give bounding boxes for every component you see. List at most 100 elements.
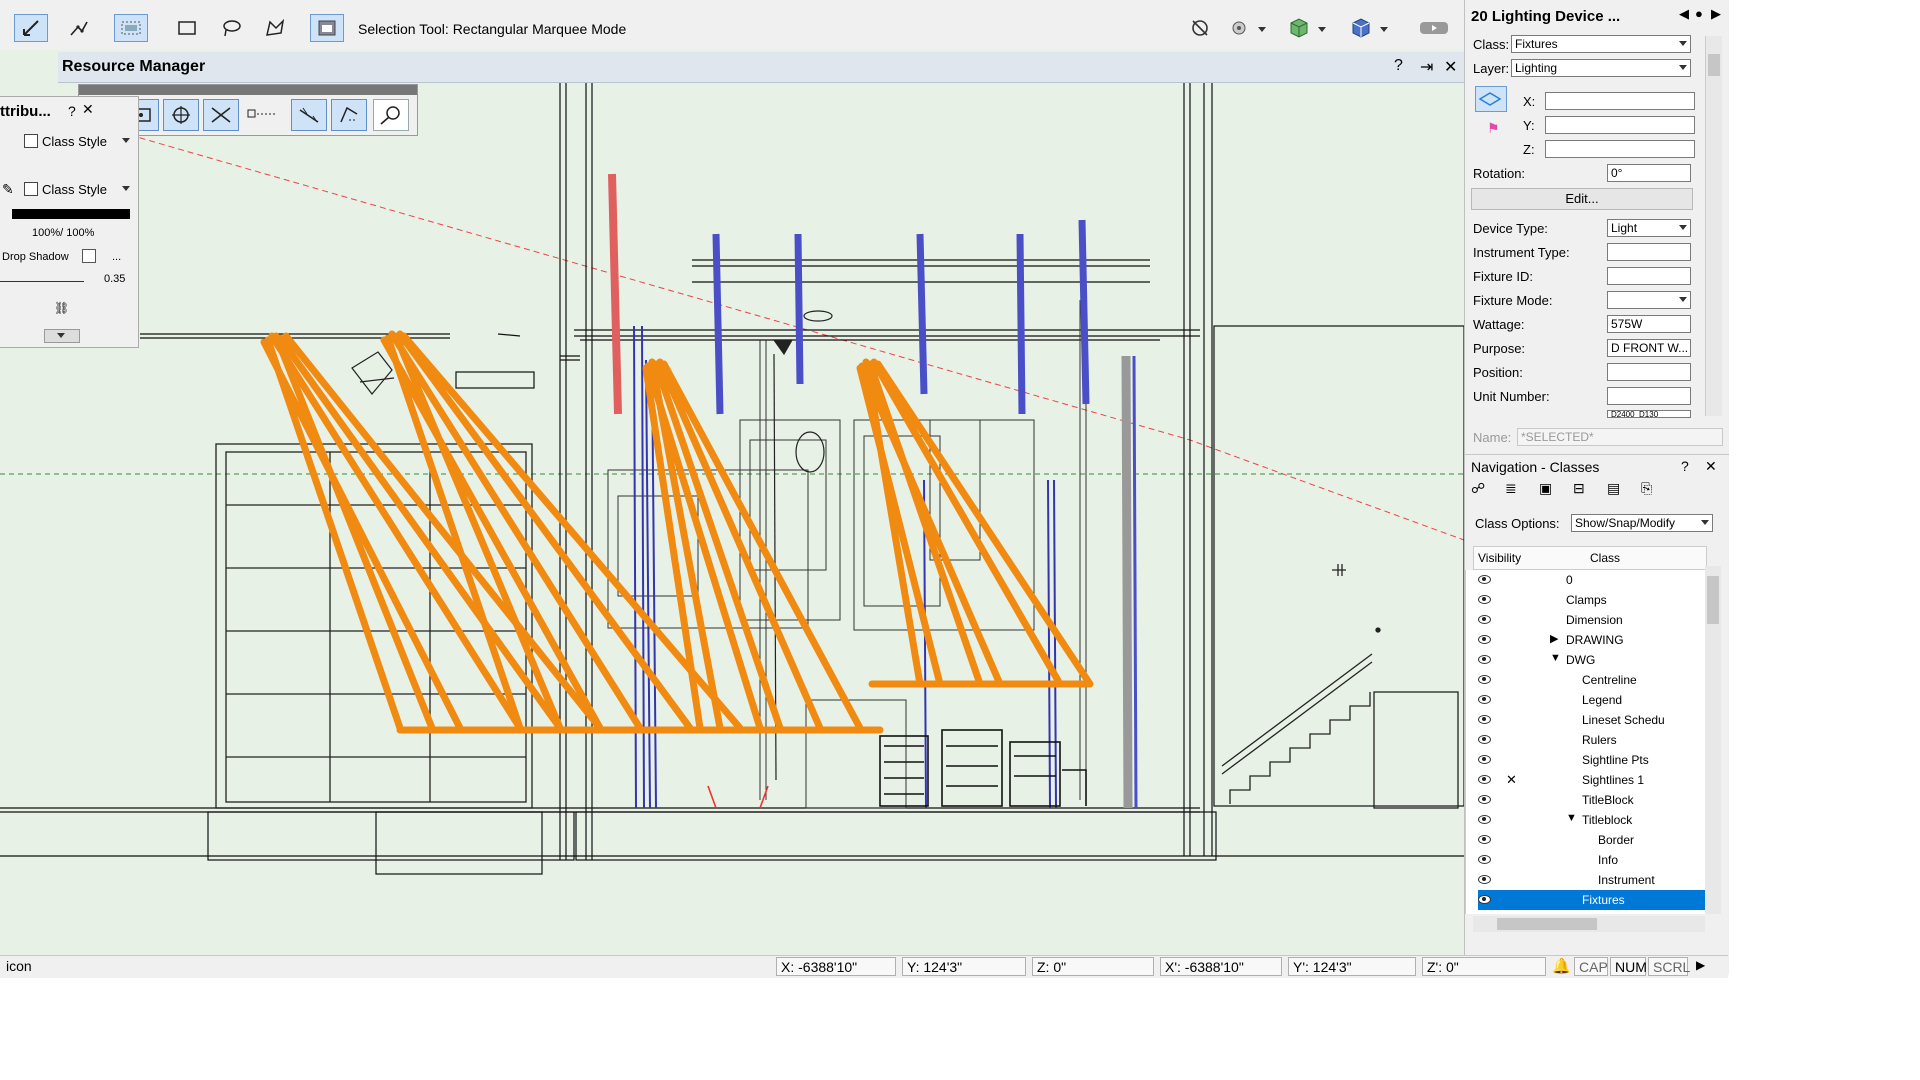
visibility-eye-icon[interactable] xyxy=(1478,855,1491,864)
options-mode-icon[interactable] xyxy=(310,14,344,42)
saved-views-tab-icon[interactable]: ▤ xyxy=(1607,480,1620,497)
instrument-type-field[interactable] xyxy=(1607,243,1691,261)
view-dropdown-icon[interactable] xyxy=(1318,27,1326,32)
class-row[interactable]: Border xyxy=(1478,830,1706,850)
edit-button[interactable]: Edit... xyxy=(1471,188,1693,210)
collapse-triangle-icon[interactable]: ▼ xyxy=(1566,812,1577,824)
fill-style-dropdown[interactable]: Class Style xyxy=(24,133,132,151)
prev-object-icon[interactable]: ◀ xyxy=(1679,6,1689,22)
visibility-eye-icon[interactable] xyxy=(1478,615,1491,624)
class-row[interactable]: Lineset Schedu xyxy=(1478,710,1706,730)
projection-icon[interactable] xyxy=(1344,14,1378,42)
class-dropdown[interactable]: Fixtures xyxy=(1511,35,1691,53)
walkthrough-icon[interactable] xyxy=(1184,14,1218,42)
layers-tab-icon[interactable]: ≣ xyxy=(1505,480,1517,497)
snap-to-intersection-icon[interactable] xyxy=(203,99,239,131)
layer-dropdown[interactable]: Lighting xyxy=(1511,59,1691,77)
visibility-eye-icon[interactable] xyxy=(1478,875,1491,884)
resource-manager-help-button[interactable]: ? xyxy=(1394,57,1403,75)
x-coordinate-field[interactable] xyxy=(1545,92,1695,110)
wattage-field[interactable]: 575W xyxy=(1607,315,1691,333)
class-row[interactable]: Legend xyxy=(1478,690,1706,710)
class-column-header[interactable]: Class xyxy=(1590,551,1620,565)
classes-hscrollbar[interactable] xyxy=(1473,916,1705,932)
partial-field[interactable]: D2400_D130 xyxy=(1607,410,1691,418)
position-field[interactable] xyxy=(1607,363,1691,381)
next-object-icon[interactable]: ▶ xyxy=(1711,6,1721,22)
selection-tool-icon[interactable] xyxy=(14,14,48,42)
polygon-mode-icon[interactable] xyxy=(258,14,292,42)
visibility-eye-icon[interactable] xyxy=(1478,655,1491,664)
device-type-dropdown[interactable]: Light xyxy=(1607,219,1691,237)
projection-dropdown-icon[interactable] xyxy=(1380,27,1388,32)
references-tab-icon[interactable]: ⎘ xyxy=(1641,480,1652,497)
status-expand-icon[interactable]: ▶ xyxy=(1696,958,1705,972)
opacity-value[interactable]: 100%/ 100% xyxy=(32,227,94,239)
classes-scrollbar[interactable] xyxy=(1705,566,1721,914)
reshape-tool-icon[interactable] xyxy=(62,14,96,42)
line-weight-slider[interactable] xyxy=(0,281,84,282)
view-cube-icon[interactable] xyxy=(1282,14,1316,42)
visibility-eye-icon[interactable] xyxy=(1478,775,1491,784)
class-row[interactable]: Centreline xyxy=(1478,670,1706,690)
render-dropdown-icon[interactable] xyxy=(1258,27,1266,32)
z-coordinate-field[interactable] xyxy=(1545,140,1695,158)
alert-bell-icon[interactable]: 🔔 xyxy=(1552,957,1571,975)
class-row[interactable]: Fixtures xyxy=(1478,890,1706,910)
visibility-eye-icon[interactable] xyxy=(1478,755,1491,764)
class-row[interactable]: Clamps xyxy=(1478,590,1706,610)
expand-triangle-icon[interactable]: ▶ xyxy=(1550,632,1558,645)
snap-to-tangent-icon[interactable] xyxy=(373,99,409,131)
toolbar-expand-icon[interactable] xyxy=(1414,14,1454,42)
viewports-tab-icon[interactable]: ⊟ xyxy=(1573,480,1585,497)
resource-manager-pin-button[interactable]: ⇥ xyxy=(1420,57,1433,77)
visibility-eye-icon[interactable] xyxy=(1478,895,1491,904)
visibility-eye-icon[interactable] xyxy=(1478,735,1491,744)
unit-number-field[interactable] xyxy=(1607,387,1691,405)
y-coordinate-field[interactable] xyxy=(1545,116,1695,134)
class-row[interactable]: ▶ DRAWING xyxy=(1478,630,1706,650)
visibility-eye-icon[interactable] xyxy=(1478,815,1491,824)
class-row[interactable]: Rulers xyxy=(1478,730,1706,750)
sheet-layers-tab-icon[interactable]: ▣ xyxy=(1539,480,1552,497)
attributes-close-icon[interactable]: ✕ xyxy=(82,101,94,118)
visibility-eye-icon[interactable] xyxy=(1478,675,1491,684)
link-icon[interactable]: ⛓ xyxy=(54,301,69,315)
visibility-eye-icon[interactable] xyxy=(1478,635,1491,644)
class-row[interactable]: TitleBlock xyxy=(1478,790,1706,810)
insertion-point-icon[interactable]: ⚑ xyxy=(1487,120,1500,137)
class-row[interactable]: Sightline Pts xyxy=(1478,750,1706,770)
drawing-canvas[interactable] xyxy=(0,50,1464,955)
class-row[interactable]: ▼ Titleblock xyxy=(1478,810,1706,830)
rotation-field[interactable]: 0° xyxy=(1607,164,1691,182)
snap-to-distance-icon[interactable] xyxy=(291,99,327,131)
classes-tab-icon[interactable]: ☍ xyxy=(1471,480,1485,497)
class-row[interactable]: 0 xyxy=(1478,570,1706,590)
visibility-eye-icon[interactable] xyxy=(1478,795,1491,804)
marquee-mode-icon[interactable] xyxy=(114,14,148,42)
classes-scroll-thumb[interactable] xyxy=(1707,576,1719,624)
line-preview[interactable] xyxy=(12,209,130,219)
drop-shadow-options[interactable]: ... xyxy=(112,251,121,263)
snap-to-angle-icon[interactable] xyxy=(163,99,199,131)
visibility-eye-icon[interactable] xyxy=(1478,835,1491,844)
collapse-palette-button[interactable] xyxy=(44,329,80,343)
attributes-help-button[interactable]: ? xyxy=(68,103,76,119)
visibility-eye-icon[interactable] xyxy=(1478,715,1491,724)
class-row[interactable]: ✕ Sightlines 1 xyxy=(1478,770,1706,790)
object-info-scrollbar[interactable] xyxy=(1705,36,1722,416)
resource-manager-close-button[interactable]: ✕ xyxy=(1444,57,1457,77)
navigation-close-button[interactable]: ✕ xyxy=(1705,458,1717,475)
visibility-eye-icon[interactable] xyxy=(1478,695,1491,704)
smart-edge-icon[interactable] xyxy=(331,99,367,131)
visibility-eye-icon[interactable] xyxy=(1478,575,1491,584)
navigation-help-button[interactable]: ? xyxy=(1681,458,1689,474)
fixture-mode-dropdown[interactable] xyxy=(1607,291,1691,309)
snapping-palette-header[interactable] xyxy=(79,85,417,95)
plane-mode-icon[interactable] xyxy=(1475,86,1507,112)
class-row[interactable]: ▼ DWG xyxy=(1478,650,1706,670)
smart-points-icon[interactable] xyxy=(247,107,277,124)
class-options-dropdown[interactable]: Show/Snap/Modify xyxy=(1571,514,1713,532)
name-field[interactable]: *SELECTED* xyxy=(1517,428,1723,446)
fixture-id-field[interactable] xyxy=(1607,267,1691,285)
